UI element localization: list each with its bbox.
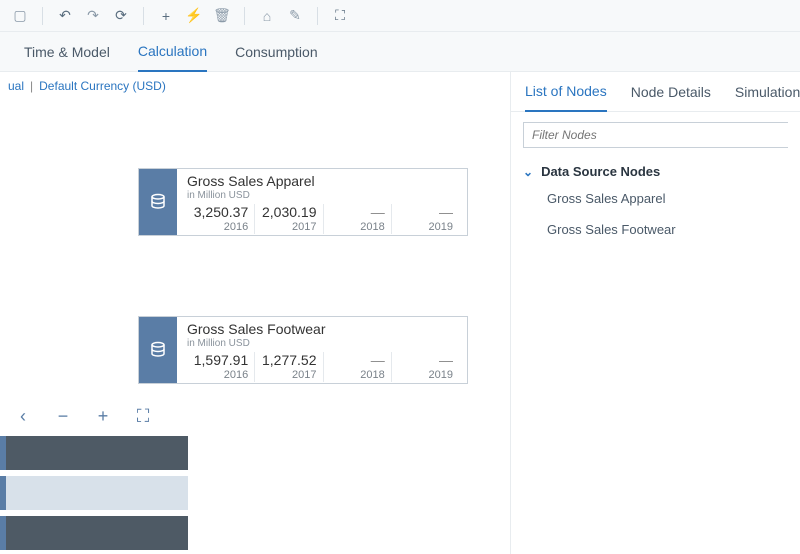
- node-value: —: [330, 352, 385, 369]
- node-year: 2017: [261, 221, 316, 234]
- toolbar: ▢ ↶ ↷ ⟳ + ⚡ 🗑 ⌂ ✎ ⛶: [0, 0, 800, 32]
- pencil-icon[interactable]: ✎: [283, 4, 307, 28]
- minimap-bar-fill: [6, 436, 188, 470]
- zoom-in-button[interactable]: +: [92, 406, 114, 427]
- node-year: 2018: [330, 369, 385, 382]
- main-tabs: Time & Model Calculation Consumption: [0, 32, 800, 72]
- node-subtitle: in Million USD: [187, 190, 459, 201]
- node-value: 2,030.19: [261, 204, 316, 221]
- node-year: 2019: [398, 221, 453, 234]
- node-values-row: 1,597.91 2016 1,277.52 2017 — 2018 — 201…: [187, 352, 459, 382]
- home-icon[interactable]: ⌂: [255, 4, 279, 28]
- undo-icon[interactable]: ↶: [53, 4, 77, 28]
- node-value: 3,250.37: [193, 204, 248, 221]
- node-value: —: [398, 352, 453, 369]
- toolbar-separator: [244, 7, 245, 25]
- node-cell: 2,030.19 2017: [255, 204, 323, 234]
- right-panel: List of Nodes Node Details Simulation ⌄ …: [510, 72, 800, 554]
- tab-time-model[interactable]: Time & Model: [24, 32, 110, 72]
- node-year: 2019: [398, 369, 453, 382]
- toolbar-separator: [42, 7, 43, 25]
- node-value: 1,597.91: [193, 352, 248, 369]
- node-cell: — 2018: [324, 352, 392, 382]
- tab-list-of-nodes[interactable]: List of Nodes: [525, 72, 607, 112]
- canvas[interactable]: Gross Sales Apparel in Million USD 3,250…: [0, 100, 510, 554]
- node-cell: 3,250.37 2016: [187, 204, 255, 234]
- node-card-apparel[interactable]: Gross Sales Apparel in Million USD 3,250…: [138, 168, 468, 236]
- redo-icon[interactable]: ↷: [81, 4, 105, 28]
- node-cell: — 2019: [392, 352, 459, 382]
- chevron-down-icon: ⌄: [523, 165, 533, 179]
- fullscreen-button[interactable]: ⛶: [132, 406, 154, 427]
- node-title: Gross Sales Footwear: [187, 321, 459, 337]
- node-cell: — 2018: [324, 204, 392, 234]
- plus-icon[interactable]: +: [154, 4, 178, 28]
- minimap-bar-fill: [6, 516, 188, 550]
- node-body: Gross Sales Apparel in Million USD 3,250…: [177, 169, 467, 235]
- minimap-bar: [0, 476, 188, 510]
- toolbar-separator: [317, 7, 318, 25]
- node-value: —: [398, 204, 453, 221]
- breadcrumb-separator: |: [30, 79, 33, 93]
- node-cell: — 2019: [392, 204, 459, 234]
- minimap[interactable]: [0, 436, 188, 552]
- tab-simulation[interactable]: Simulation: [735, 72, 800, 112]
- node-value: —: [330, 204, 385, 221]
- expand-icon[interactable]: ⛶: [328, 4, 352, 28]
- tab-consumption[interactable]: Consumption: [235, 32, 318, 72]
- node-year: 2016: [193, 221, 248, 234]
- zoom-out-button[interactable]: −: [52, 406, 74, 427]
- node-year: 2018: [330, 221, 385, 234]
- list-item[interactable]: Gross Sales Footwear: [523, 214, 788, 245]
- bolt-icon[interactable]: ⚡: [182, 4, 206, 28]
- node-cell: 1,597.91 2016: [187, 352, 255, 382]
- square-icon[interactable]: ▢: [8, 4, 32, 28]
- minimap-bar: [0, 436, 188, 470]
- node-values-row: 3,250.37 2016 2,030.19 2017 — 2018 — 201…: [187, 204, 459, 234]
- toolbar-separator: [143, 7, 144, 25]
- group-header-data-source[interactable]: ⌄ Data Source Nodes: [523, 160, 788, 183]
- filter-wrapper: [523, 122, 788, 148]
- trash-icon[interactable]: 🗑: [210, 4, 234, 28]
- list-item[interactable]: Gross Sales Apparel: [523, 183, 788, 214]
- breadcrumb-left[interactable]: ual: [8, 79, 24, 93]
- database-icon: [139, 169, 177, 235]
- filter-nodes-input[interactable]: [523, 122, 788, 148]
- node-value: 1,277.52: [261, 352, 316, 369]
- breadcrumb-currency[interactable]: Default Currency (USD): [39, 79, 166, 93]
- node-card-footwear[interactable]: Gross Sales Footwear in Million USD 1,59…: [138, 316, 468, 384]
- right-panel-tabs: List of Nodes Node Details Simulation: [511, 72, 800, 112]
- node-body: Gross Sales Footwear in Million USD 1,59…: [177, 317, 467, 383]
- minimap-bar: [0, 516, 188, 550]
- tab-node-details[interactable]: Node Details: [631, 72, 711, 112]
- node-group: ⌄ Data Source Nodes Gross Sales Apparel …: [511, 156, 800, 249]
- minimap-controls: ‹ − + ⛶: [12, 406, 154, 427]
- minimap-bar-fill: [6, 476, 188, 510]
- refresh-icon[interactable]: ⟳: [109, 4, 133, 28]
- group-title: Data Source Nodes: [541, 164, 660, 179]
- database-icon: [139, 317, 177, 383]
- tab-calculation[interactable]: Calculation: [138, 32, 207, 72]
- node-year: 2016: [193, 369, 248, 382]
- node-subtitle: in Million USD: [187, 338, 459, 349]
- back-button[interactable]: ‹: [12, 406, 34, 427]
- node-year: 2017: [261, 369, 316, 382]
- node-title: Gross Sales Apparel: [187, 173, 459, 189]
- node-cell: 1,277.52 2017: [255, 352, 323, 382]
